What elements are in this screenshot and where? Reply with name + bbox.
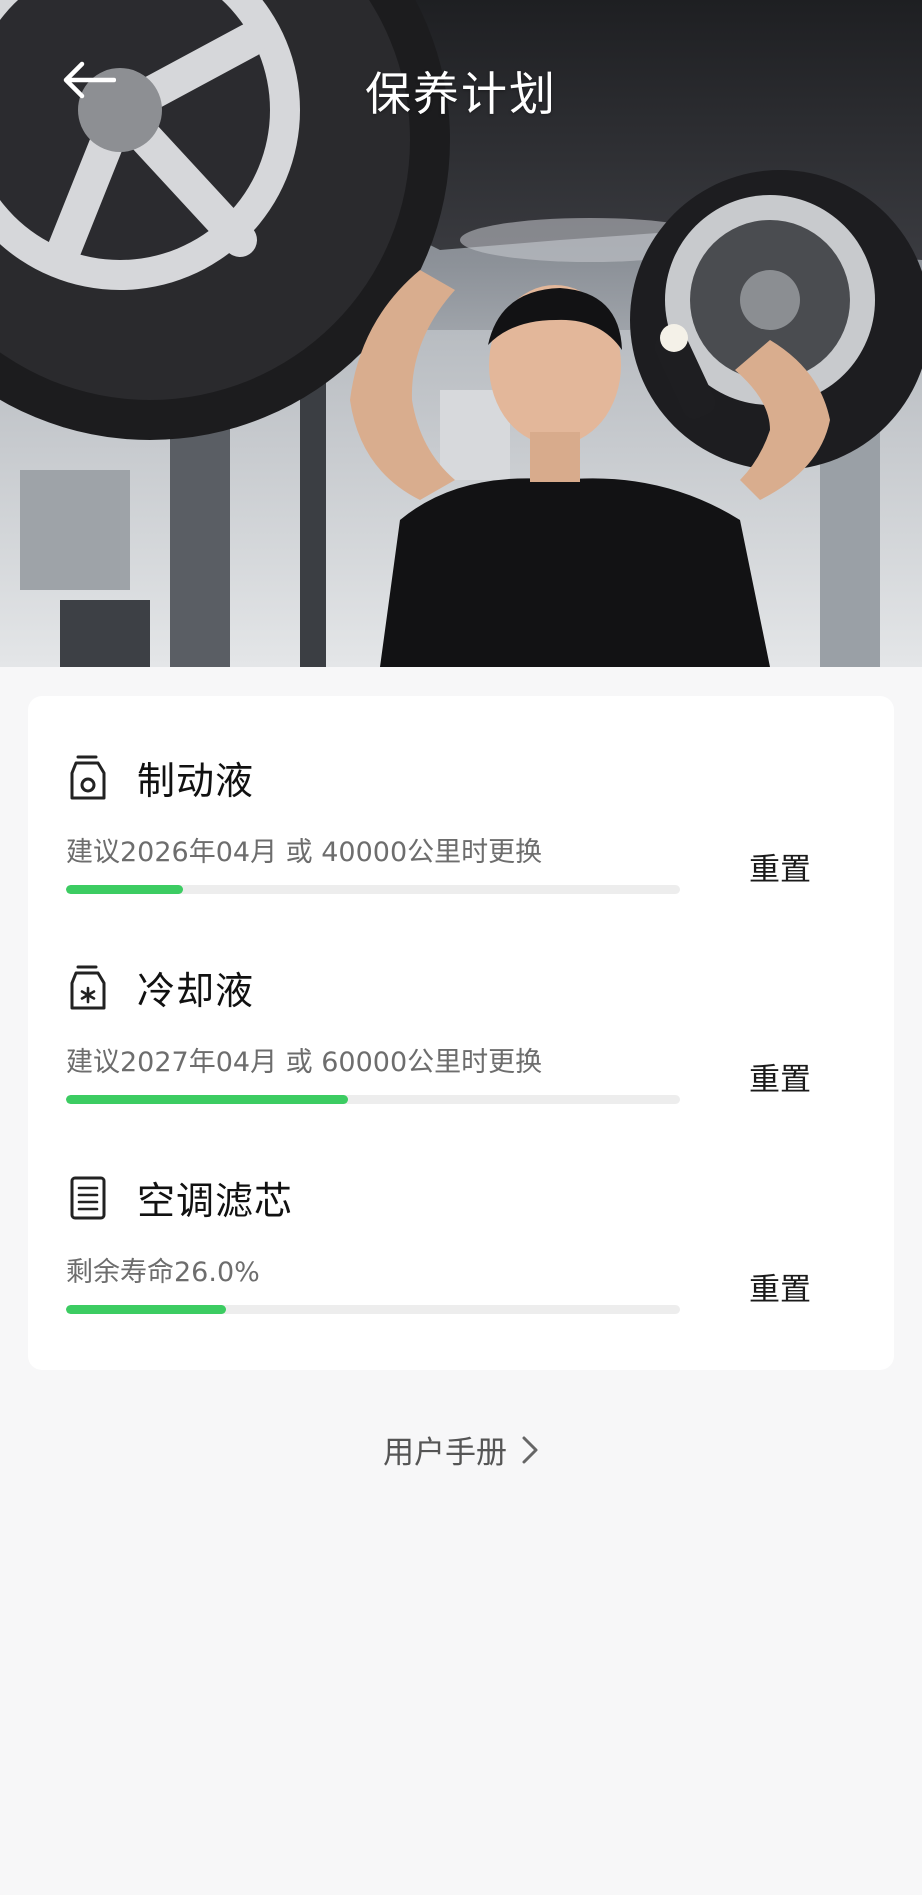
maintenance-card: 制动液 建议2026年04月 或 40000公里时更换 重置 冷却液 建议202… (28, 696, 894, 1370)
reset-button[interactable]: 重置 (743, 840, 817, 893)
progress-bar (66, 885, 680, 894)
item-description: 建议2026年04月 或 40000公里时更换 (66, 837, 543, 868)
progress-fill (66, 1305, 226, 1314)
coolant-bottle-icon (70, 965, 106, 1010)
item-description: 建议2027年04月 或 60000公里时更换 (66, 1047, 543, 1078)
maintenance-item-air-filter: 空调滤芯 剩余寿命26.0% 重置 (28, 1116, 894, 1316)
maintenance-item-coolant: 冷却液 建议2027年04月 或 60000公里时更换 重置 (28, 906, 894, 1106)
maintenance-item-brake-fluid: 制动液 建议2026年04月 或 40000公里时更换 重置 (28, 696, 894, 896)
item-title: 制动液 (137, 759, 255, 803)
brake-fluid-bottle-icon (70, 755, 106, 800)
reset-button[interactable]: 重置 (743, 1050, 817, 1103)
item-title: 空调滤芯 (137, 1179, 294, 1223)
reset-button[interactable]: 重置 (743, 1260, 817, 1313)
progress-bar (66, 1095, 680, 1104)
item-description: 剩余寿命26.0% (66, 1257, 260, 1288)
progress-fill (66, 885, 183, 894)
progress-fill (66, 1095, 349, 1104)
item-title: 冷却液 (137, 969, 255, 1013)
progress-bar (66, 1305, 680, 1314)
user-manual-link[interactable]: 用户手册 (0, 1427, 922, 1472)
chevron-right-icon (522, 1436, 538, 1463)
hero-photo: 保养计划 (0, 0, 922, 667)
filter-document-icon (70, 1176, 106, 1220)
top-bar: 保养计划 (0, 0, 922, 176)
user-manual-label: 用户手册 (383, 1435, 507, 1471)
page-title: 保养计划 (365, 67, 557, 121)
